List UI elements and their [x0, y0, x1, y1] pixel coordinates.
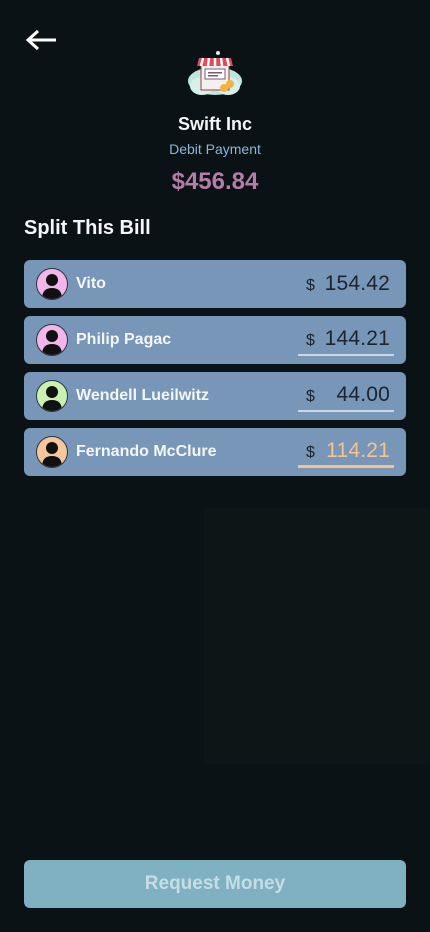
storefront-icon	[186, 48, 244, 98]
amount-input[interactable]: $ 44.00	[298, 380, 394, 412]
person-name: Wendell Lueilwitz	[76, 387, 210, 404]
amount-input-active[interactable]: $ 114.21	[298, 436, 394, 468]
arrow-left-icon	[25, 29, 56, 51]
person-name: Vito	[76, 275, 106, 292]
back-button[interactable]	[24, 26, 60, 54]
avatar	[36, 380, 68, 412]
currency-symbol: $	[306, 332, 315, 349]
merchant-name: Swift Inc	[177, 114, 252, 134]
avatar	[36, 436, 68, 468]
avatar	[36, 268, 68, 300]
avatar	[36, 324, 68, 356]
person-name: Fernando McClure	[76, 443, 217, 460]
user-silhouette-icon	[42, 330, 62, 355]
section-title: Split This Bill	[24, 217, 151, 239]
currency-symbol: $	[306, 277, 315, 294]
split-bill-screen: Swift Inc Debit Payment $456.84 Split Th…	[0, 0, 430, 932]
payment-type: Debit Payment	[169, 141, 261, 157]
currency-symbol: $	[306, 388, 315, 405]
split-row-wendell-lueilwitz: Wendell Lueilwitz $ 44.00	[24, 372, 406, 420]
split-row-vito: Vito $ 154.42	[24, 260, 406, 308]
split-row-philip-pagac: Philip Pagac $ 144.21	[24, 316, 406, 364]
amount-value: 114.21	[326, 438, 390, 462]
total-amount: $456.84	[171, 168, 259, 195]
split-list: Vito $ 154.42 Philip Pagac $ 144.21 Wend…	[24, 260, 406, 484]
amount-value: 154.42	[324, 272, 390, 295]
user-silhouette-icon	[42, 386, 62, 411]
currency-symbol: $	[306, 443, 315, 461]
amount-value: 144.21	[324, 327, 390, 350]
person-name: Philip Pagac	[76, 331, 172, 348]
amount-input[interactable]: $ 144.21	[298, 324, 394, 356]
amount-field[interactable]: $ 154.42	[298, 268, 394, 300]
amount-value: 44.00	[336, 383, 390, 406]
request-money-button[interactable]: Request Money	[24, 860, 406, 908]
user-silhouette-icon	[42, 442, 62, 467]
background-panel	[204, 508, 430, 764]
split-row-fernando-mcclure: Fernando McClure $ 114.21	[24, 428, 406, 476]
user-silhouette-icon	[42, 274, 62, 299]
